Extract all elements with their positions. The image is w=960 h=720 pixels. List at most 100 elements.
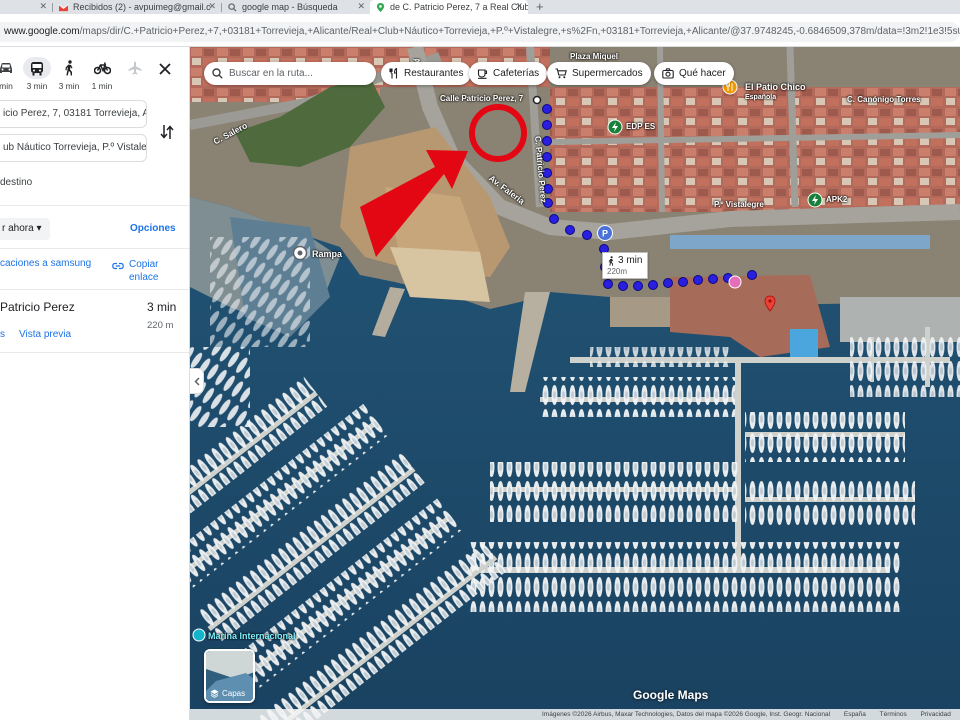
mode-flight[interactable] — [121, 57, 149, 81]
directions-panel: min 3 min 3 min 1 min icio Perez, 7, 031… — [0, 47, 190, 720]
label-rampa: Rampa — [312, 249, 343, 259]
walk-duration-callout[interactable]: 3 min 220m — [602, 252, 648, 279]
label-marina-internacional: Marina Internacional — [208, 631, 296, 641]
tab-favicon-icon — [6, 3, 15, 12]
destination-value: ub Náutico Torrevieja, P.º Vistalegre — [3, 142, 147, 153]
satellite-imagery: P — [190, 47, 960, 720]
mode-transit[interactable]: 3 min — [23, 57, 51, 91]
camera-icon — [662, 68, 674, 79]
browser-tab-gmail[interactable]: Recibidos (2) - avpuimeg@gmail.c ✕ — [53, 0, 221, 14]
browser-tab-search[interactable]: google map - Búsqueda ✕ — [222, 0, 370, 14]
walk-distance: 220m — [607, 267, 628, 276]
label-edp: EDP ES — [626, 122, 656, 131]
mode-time: 1 min — [91, 81, 113, 91]
steps-link[interactable]: s — [0, 329, 5, 340]
origin-marker[interactable] — [532, 95, 542, 105]
google-maps-logo: Google Maps — [633, 688, 709, 702]
close-tab-icon[interactable]: ✕ — [39, 1, 47, 12]
chip-supermarkets[interactable]: Supermercados — [547, 62, 651, 85]
layers-icon — [210, 689, 219, 698]
copy-link-button[interactable]: Copiar enlace — [129, 258, 158, 284]
search-icon — [212, 68, 223, 79]
chip-restaurants[interactable]: Restaurantes — [381, 62, 472, 85]
divider — [0, 205, 189, 206]
chip-cafes[interactable]: Cafeterías — [469, 62, 548, 85]
map-attribution: Imágenes ©2026 Airbus, Maxar Technologie… — [190, 709, 960, 720]
mode-time: 3 min — [26, 81, 48, 91]
attribution-region[interactable]: España — [844, 711, 866, 718]
route-name[interactable]: Patricio Perez — [0, 300, 75, 314]
search-icon — [228, 2, 237, 12]
destination-field[interactable]: ub Náutico Torrevieja, P.º Vistalegre — [0, 134, 147, 162]
divider — [0, 289, 189, 290]
browser-tab-maps[interactable]: de C. Patricio Perez, 7 a Real Club ✕ — [370, 0, 528, 14]
maps-pin-icon — [376, 2, 385, 12]
layers-button[interactable]: Capas — [204, 649, 255, 703]
route-search-input[interactable] — [229, 68, 369, 79]
restaurant-icon — [389, 68, 398, 79]
add-destination-link[interactable]: destino — [0, 177, 32, 188]
gmail-icon — [59, 3, 68, 11]
divider — [0, 248, 189, 249]
send-to-device-link[interactable]: caciones a samsung — [0, 258, 91, 269]
walk-time: 3 min — [618, 255, 643, 266]
mode-walking[interactable]: 3 min — [55, 57, 83, 91]
browser-tab-strip: ✕ Recibidos (2) - avpuimeg@gmail.c ✕ goo… — [0, 0, 960, 14]
chip-label: Cafeterías — [493, 68, 540, 79]
url-path: /maps/dir/C.+Patricio+Perez,+7,+03181+To… — [79, 26, 960, 37]
close-icon[interactable] — [156, 60, 174, 78]
bike-icon — [93, 62, 111, 75]
copy-link-label: enlace — [129, 272, 159, 283]
caret-down-icon: ▾ — [36, 223, 42, 234]
close-tab-icon[interactable]: ✕ — [208, 1, 216, 12]
satellite-map[interactable]: P Plaza Miquel Calle Patricio Perez, 7 E… — [190, 47, 960, 720]
close-tab-icon[interactable]: ✕ — [357, 1, 365, 12]
chip-label: Qué hacer — [679, 68, 726, 79]
close-tab-icon[interactable]: ✕ — [515, 1, 523, 12]
club-poi-icon[interactable] — [728, 275, 742, 289]
origin-value: icio Perez, 7, 03181 Torrevieja, Alica — [3, 108, 146, 119]
mode-driving[interactable]: min — [0, 57, 20, 91]
walk-icon — [608, 255, 614, 266]
label-apk2: APK2 — [826, 195, 848, 204]
layers-label: Capas — [222, 689, 246, 698]
new-tab-icon[interactable]: + — [528, 0, 552, 14]
attribution-privacy[interactable]: Privacidad — [921, 711, 951, 718]
walk-icon — [65, 60, 73, 76]
route-distance: 220 m — [147, 320, 174, 331]
svg-text:P: P — [602, 229, 608, 239]
leave-now-dropdown[interactable]: r ahora ▾ — [0, 218, 50, 240]
chip-things-to-do[interactable]: Qué hacer — [654, 62, 734, 85]
tab-title: de C. Patricio Perez, 7 a Real Club — [390, 2, 528, 12]
options-button[interactable]: Opciones — [130, 223, 176, 234]
cart-icon — [555, 68, 567, 79]
label-vistalegre: P.º Vistalegre — [714, 200, 764, 209]
copy-link-label: Copiar — [129, 259, 159, 270]
url-host: www.google.com — [4, 26, 80, 37]
mode-cycling[interactable]: 1 min — [88, 57, 116, 91]
transit-icon — [31, 61, 43, 75]
app-window: ✕ Recibidos (2) - avpuimeg@gmail.c ✕ goo… — [0, 0, 960, 720]
attribution-imagery: Imágenes ©2026 Airbus, Maxar Technologie… — [542, 711, 831, 718]
origin-field[interactable]: icio Perez, 7, 03181 Torrevieja, Alica — [0, 100, 147, 128]
link-icon — [112, 262, 124, 270]
collapse-panel-button[interactable] — [190, 368, 204, 394]
divider — [0, 352, 189, 353]
browser-tab[interactable]: ✕ — [0, 0, 52, 14]
mode-time: min — [0, 81, 13, 91]
leave-now-label: r ahora — [2, 223, 34, 234]
tab-title: google map - Búsqueda — [242, 2, 338, 12]
marina-poi-icon[interactable] — [192, 628, 206, 642]
attribution-terms[interactable]: Términos — [880, 711, 907, 718]
address-bar: www.google.com/maps/dir/C.+Patricio+Pere… — [0, 14, 960, 47]
flight-icon — [128, 61, 142, 75]
label-origin-address: Calle Patricio Perez, 7 — [440, 94, 524, 103]
route-time: 3 min — [147, 300, 177, 314]
car-icon — [0, 63, 12, 73]
url-field[interactable]: www.google.com/maps/dir/C.+Patricio+Pere… — [0, 22, 960, 42]
mode-time: 3 min — [58, 81, 80, 91]
route-search-bar[interactable] — [204, 62, 376, 85]
swap-icon[interactable] — [157, 122, 177, 142]
cafe-icon — [477, 69, 488, 79]
preview-link[interactable]: Vista previa — [19, 329, 71, 340]
